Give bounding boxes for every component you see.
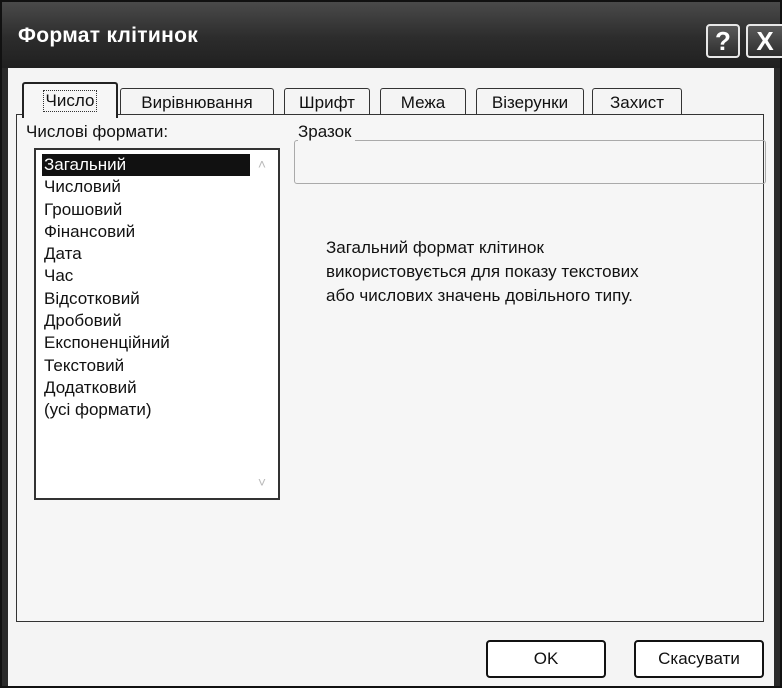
list-item[interactable]: Додатковий: [42, 377, 250, 399]
tab-label: Вирівнювання: [141, 92, 253, 112]
tab-label: Число: [42, 90, 98, 112]
sample-label: Зразок: [298, 122, 356, 142]
sample-box: [294, 140, 766, 184]
list-item[interactable]: Фінансовий: [42, 221, 250, 243]
chevron-up-icon[interactable]: ˄: [252, 156, 272, 172]
number-formats-list[interactable]: Загальний Числовий Грошовий Фінансовий Дата Ч…: [34, 148, 280, 500]
tab-label: Межа: [400, 92, 446, 112]
description-line: Загальний формат клітинок: [326, 238, 544, 257]
list-item[interactable]: (усі формати): [42, 399, 250, 421]
format-list-items: Загальний Числовий Грошовий Фінансовий Дата Ч…: [42, 154, 250, 422]
ok-label: OK: [533, 649, 559, 668]
cancel-button[interactable]: Скасувати: [634, 640, 764, 678]
close-icon: X: [756, 26, 774, 56]
tab-label: Шрифт: [299, 92, 355, 112]
dialog-body: Число Вирівнювання Шрифт Межа Візерунки …: [8, 68, 774, 686]
ok-button[interactable]: OK: [486, 640, 606, 678]
tab-strip: Число Вирівнювання Шрифт Межа Візерунки …: [22, 82, 782, 118]
tab-border[interactable]: Межа: [380, 88, 466, 116]
help-icon: ?: [715, 26, 731, 56]
close-button[interactable]: X: [746, 24, 782, 58]
dialog-title: Формат клітинок: [18, 24, 199, 47]
tab-label: Візерунки: [491, 92, 569, 112]
format-cells-dialog: Формат клітинок ? X Число Вирівнювання Ш…: [0, 0, 782, 688]
tab-patterns[interactable]: Візерунки: [476, 88, 584, 116]
list-item[interactable]: Експоненційний: [42, 332, 250, 354]
list-item[interactable]: Час: [42, 265, 250, 287]
tab-label: Захист: [609, 92, 664, 112]
list-item[interactable]: Числовий: [42, 176, 250, 198]
list-item[interactable]: Грошовий: [42, 199, 250, 221]
number-formats-label: Числові формати:: [26, 122, 169, 141]
list-item[interactable]: Відсотковий: [42, 288, 250, 310]
tab-protection[interactable]: Захист: [592, 88, 682, 116]
list-item[interactable]: Дата: [42, 243, 250, 265]
tab-number[interactable]: Число: [22, 82, 118, 118]
description-line: використовується для показу текстових: [326, 262, 639, 281]
list-item[interactable]: Дробовий: [42, 310, 250, 332]
format-description: Загальний формат клітинок використовуєть…: [326, 236, 746, 308]
chevron-down-icon[interactable]: ˅: [252, 474, 272, 490]
tab-font[interactable]: Шрифт: [284, 88, 370, 116]
title-bar[interactable]: Формат клітинок ? X: [2, 2, 782, 68]
list-item[interactable]: Загальний: [42, 154, 250, 177]
help-button[interactable]: ?: [706, 24, 740, 58]
cancel-label: Скасувати: [658, 649, 740, 668]
description-line: або числових значень довільного типу.: [326, 286, 633, 305]
tab-alignment[interactable]: Вирівнювання: [120, 88, 274, 116]
list-item[interactable]: Текстовий: [42, 355, 250, 377]
